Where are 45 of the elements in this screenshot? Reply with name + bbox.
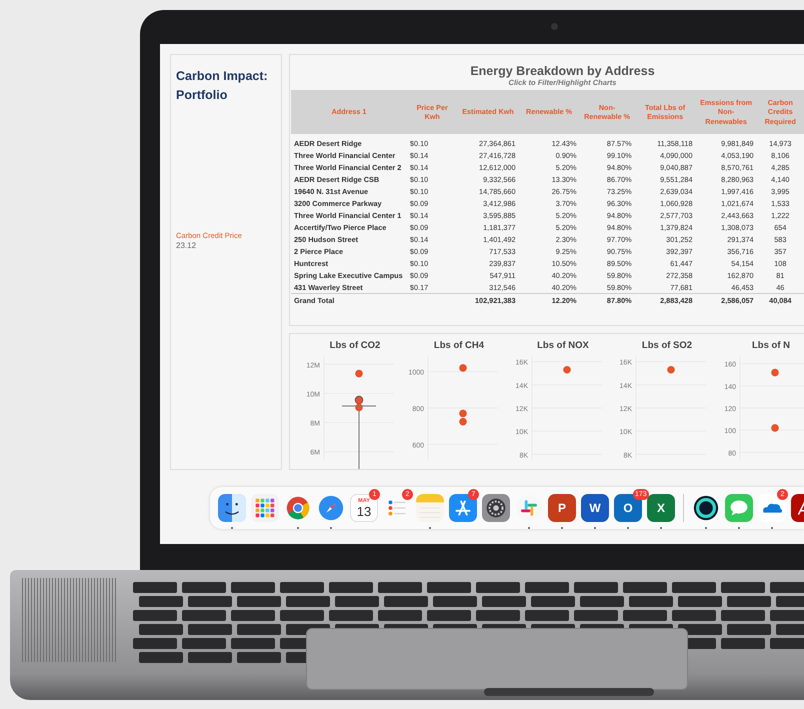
chart-title: Lbs of SO2 bbox=[640, 340, 692, 351]
running-indicator bbox=[705, 527, 707, 529]
running-indicator bbox=[429, 527, 431, 529]
data-point[interactable] bbox=[771, 368, 779, 376]
running-indicator bbox=[231, 527, 233, 529]
messages-icon[interactable] bbox=[725, 494, 753, 522]
chart-title: Lbs of CO2 bbox=[328, 340, 380, 351]
chart-title: Lbs of NOX bbox=[536, 340, 589, 351]
data-point[interactable] bbox=[563, 366, 571, 374]
running-indicator bbox=[660, 527, 662, 529]
data-point[interactable] bbox=[355, 370, 363, 378]
camera-icon bbox=[551, 23, 558, 30]
running-indicator bbox=[627, 527, 629, 529]
safari-icon[interactable] bbox=[317, 494, 345, 522]
data-point[interactable] bbox=[354, 396, 364, 404]
app-letter-icon[interactable]: W bbox=[581, 494, 609, 522]
dashboard-title: Carbon Impact: Portfolio bbox=[176, 68, 269, 104]
app-letter-icon[interactable]: P bbox=[548, 494, 576, 522]
chart-title: Lbs of CH4 bbox=[432, 340, 484, 351]
app-letter-icon[interactable]: X bbox=[647, 494, 675, 522]
data-point[interactable] bbox=[459, 364, 467, 372]
data-point[interactable] bbox=[459, 410, 467, 418]
table-title: Energy Breakdown by Address bbox=[469, 64, 655, 78]
calendar-day: 13 bbox=[356, 504, 372, 518]
selection-crosshair bbox=[342, 405, 376, 469]
running-indicator bbox=[594, 527, 596, 529]
running-indicator bbox=[528, 527, 530, 529]
webex-icon[interactable] bbox=[692, 494, 720, 522]
running-indicator bbox=[330, 527, 332, 529]
parameter-value[interactable]: 23.12 bbox=[176, 241, 276, 250]
chart-title: Lbs of N bbox=[751, 340, 790, 351]
running-indicator bbox=[738, 527, 740, 529]
data-point[interactable] bbox=[459, 418, 467, 426]
running-indicator bbox=[771, 527, 773, 529]
data-point[interactable] bbox=[667, 366, 675, 374]
launchpad-icon[interactable] bbox=[251, 494, 279, 522]
settings-icon[interactable] bbox=[482, 494, 510, 522]
running-indicator bbox=[297, 527, 299, 529]
dock-separator bbox=[683, 494, 684, 522]
chrome-icon[interactable] bbox=[284, 494, 312, 522]
data-point[interactable] bbox=[355, 404, 363, 412]
appstore-icon[interactable] bbox=[449, 494, 477, 522]
data-point[interactable] bbox=[771, 424, 779, 432]
finder-icon[interactable] bbox=[218, 494, 246, 522]
running-indicator bbox=[561, 527, 563, 529]
